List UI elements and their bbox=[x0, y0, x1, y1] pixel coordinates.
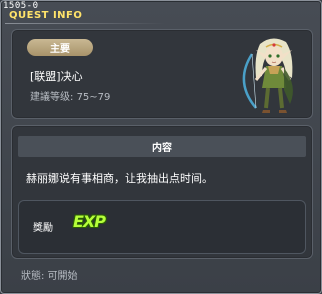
quest-summary-panel: 主要 [联盟]决心 建議等级: 75~79 bbox=[11, 29, 313, 119]
quest-content-panel: 内容 赫丽娜说有事相商，让我抽出点时间。 獎勵 EXP bbox=[11, 125, 313, 259]
exp-icon: EXP bbox=[73, 212, 106, 231]
reward-box: 獎勵 EXP bbox=[18, 200, 306, 254]
quest-status: 狀態: 可開始 bbox=[21, 271, 78, 282]
content-header: 内容 bbox=[18, 136, 306, 157]
reward-label: 獎勵 bbox=[33, 223, 53, 234]
npc-character-image bbox=[242, 38, 293, 113]
level-label: 建議等级: bbox=[30, 92, 74, 103]
category-tag: 主要 bbox=[27, 39, 93, 56]
level-range: 75~79 bbox=[76, 92, 111, 103]
quest-description: 赫丽娜说有事相商，让我抽出点时间。 bbox=[26, 172, 213, 185]
recommended-level: 建議等级: 75~79 bbox=[30, 88, 110, 103]
quest-name: [联盟]决心 bbox=[30, 70, 83, 83]
window-title: QUEST INFO bbox=[9, 10, 83, 21]
title-divider bbox=[5, 23, 165, 24]
quest-info-window: 1505-0 QUEST INFO 主要 [联盟]决心 建議等级: 75~79 bbox=[0, 0, 322, 294]
